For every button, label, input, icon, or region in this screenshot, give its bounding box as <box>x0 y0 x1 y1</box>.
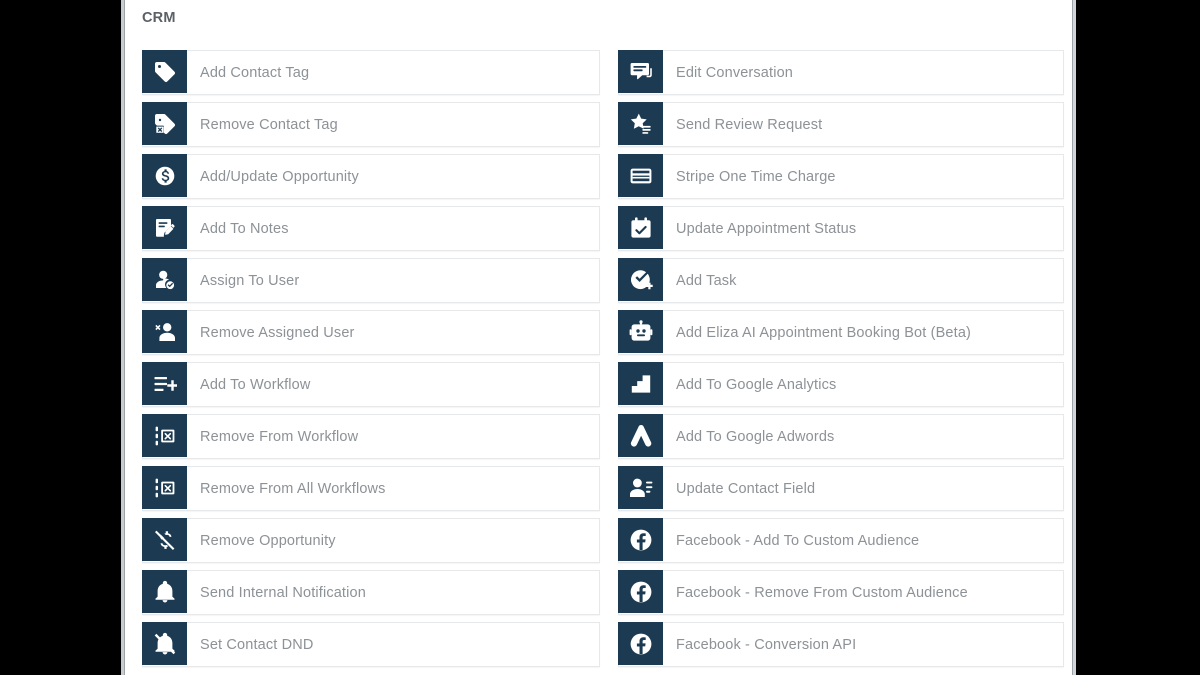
action-row[interactable]: Facebook - Remove From Custom Audience <box>618 570 1064 615</box>
action-row[interactable]: Remove Contact Tag <box>142 102 600 147</box>
action-label: Add/Update Opportunity <box>200 168 359 185</box>
action-row[interactable]: Assign To User <box>142 258 600 303</box>
chat-bubble-icon <box>618 50 663 93</box>
action-label: Add To Workflow <box>200 376 311 393</box>
action-label: Send Internal Notification <box>200 584 366 601</box>
action-label: Update Contact Field <box>676 480 816 497</box>
action-row[interactable]: Send Review Request <box>618 102 1064 147</box>
list-plus-icon <box>142 362 187 405</box>
action-label: Add To Notes <box>200 220 289 237</box>
dollar-circle-icon <box>142 154 187 197</box>
action-label: Update Appointment Status <box>676 220 857 237</box>
actions-column-right: Edit Conversation Send Review Request Stri… <box>618 50 1064 674</box>
action-label: Add To Google Adwords <box>676 428 835 445</box>
user-remove-icon <box>142 310 187 353</box>
action-label: Remove From All Workflows <box>200 480 386 497</box>
tag-icon <box>142 50 187 93</box>
workflow-remove-all-icon <box>142 466 187 509</box>
action-label: Assign To User <box>200 272 300 289</box>
action-label: Add To Google Analytics <box>676 376 837 393</box>
robot-icon <box>618 310 663 353</box>
contact-field-icon <box>618 466 663 509</box>
note-edit-icon <box>142 206 187 249</box>
action-row[interactable]: Update Appointment Status <box>618 206 1064 251</box>
facebook-icon <box>618 570 663 613</box>
action-row[interactable]: Remove Assigned User <box>142 310 600 355</box>
calendar-check-icon <box>618 206 663 249</box>
action-label: Remove From Workflow <box>200 428 359 445</box>
action-label: Add Contact Tag <box>200 64 310 81</box>
action-row[interactable]: Remove From Workflow <box>142 414 600 459</box>
action-label: Stripe One Time Charge <box>676 168 836 185</box>
panel-divider-right <box>1072 0 1076 675</box>
actions-column-left: Add Contact Tag Remove Contact Tag Add/Upd… <box>142 50 600 674</box>
action-row[interactable]: Set Contact DND <box>142 622 600 667</box>
dollar-slash-icon <box>142 518 187 561</box>
action-row[interactable]: Add Contact Tag <box>142 50 600 95</box>
crm-actions-panel: CRM Add Contact Tag Remove Contact Tag Add… <box>125 0 1072 675</box>
action-row[interactable]: Send Internal Notification <box>142 570 600 615</box>
letterbox-bar-left <box>0 0 121 675</box>
page-title: CRM <box>142 10 176 26</box>
action-row[interactable]: Add Eliza AI Appointment Booking Bot (Be… <box>618 310 1064 355</box>
action-label: Add Task <box>676 272 737 289</box>
action-label: Remove Assigned User <box>200 324 355 341</box>
action-row[interactable]: Facebook - Conversion API <box>618 622 1064 667</box>
screen: CRM Add Contact Tag Remove Contact Tag Add… <box>0 0 1200 675</box>
action-label: Facebook - Conversion API <box>676 636 857 653</box>
letterbox-bar-right <box>1076 0 1200 675</box>
action-label: Send Review Request <box>676 116 823 133</box>
action-row[interactable]: Add To Google Analytics <box>618 362 1064 407</box>
star-review-icon <box>618 102 663 145</box>
action-row[interactable]: Add To Notes <box>142 206 600 251</box>
action-row[interactable]: Edit Conversation <box>618 50 1064 95</box>
facebook-icon <box>618 622 663 665</box>
action-label: Set Contact DND <box>200 636 314 653</box>
action-label: Facebook - Remove From Custom Audience <box>676 584 968 601</box>
action-row[interactable]: Stripe One Time Charge <box>618 154 1064 199</box>
workflow-remove-icon <box>142 414 187 457</box>
bell-slash-icon <box>142 622 187 665</box>
action-label: Facebook - Add To Custom Audience <box>676 532 920 549</box>
adwords-icon <box>618 414 663 457</box>
action-row[interactable]: Remove Opportunity <box>142 518 600 563</box>
bell-icon <box>142 570 187 613</box>
action-row[interactable]: Add Task <box>618 258 1064 303</box>
action-row[interactable]: Update Contact Field <box>618 466 1064 511</box>
action-row[interactable]: Facebook - Add To Custom Audience <box>618 518 1064 563</box>
action-label: Remove Contact Tag <box>200 116 338 133</box>
action-row[interactable]: Add/Update Opportunity <box>142 154 600 199</box>
action-row[interactable]: Add To Google Adwords <box>618 414 1064 459</box>
user-check-icon <box>142 258 187 301</box>
action-row[interactable]: Add To Workflow <box>142 362 600 407</box>
task-check-icon <box>618 258 663 301</box>
action-label: Remove Opportunity <box>200 532 336 549</box>
bar-step-icon <box>618 362 663 405</box>
action-label: Add Eliza AI Appointment Booking Bot (Be… <box>676 324 972 341</box>
action-label: Edit Conversation <box>676 64 793 81</box>
tag-remove-icon <box>142 102 187 145</box>
facebook-icon <box>618 518 663 561</box>
action-row[interactable]: Remove From All Workflows <box>142 466 600 511</box>
credit-card-icon <box>618 154 663 197</box>
